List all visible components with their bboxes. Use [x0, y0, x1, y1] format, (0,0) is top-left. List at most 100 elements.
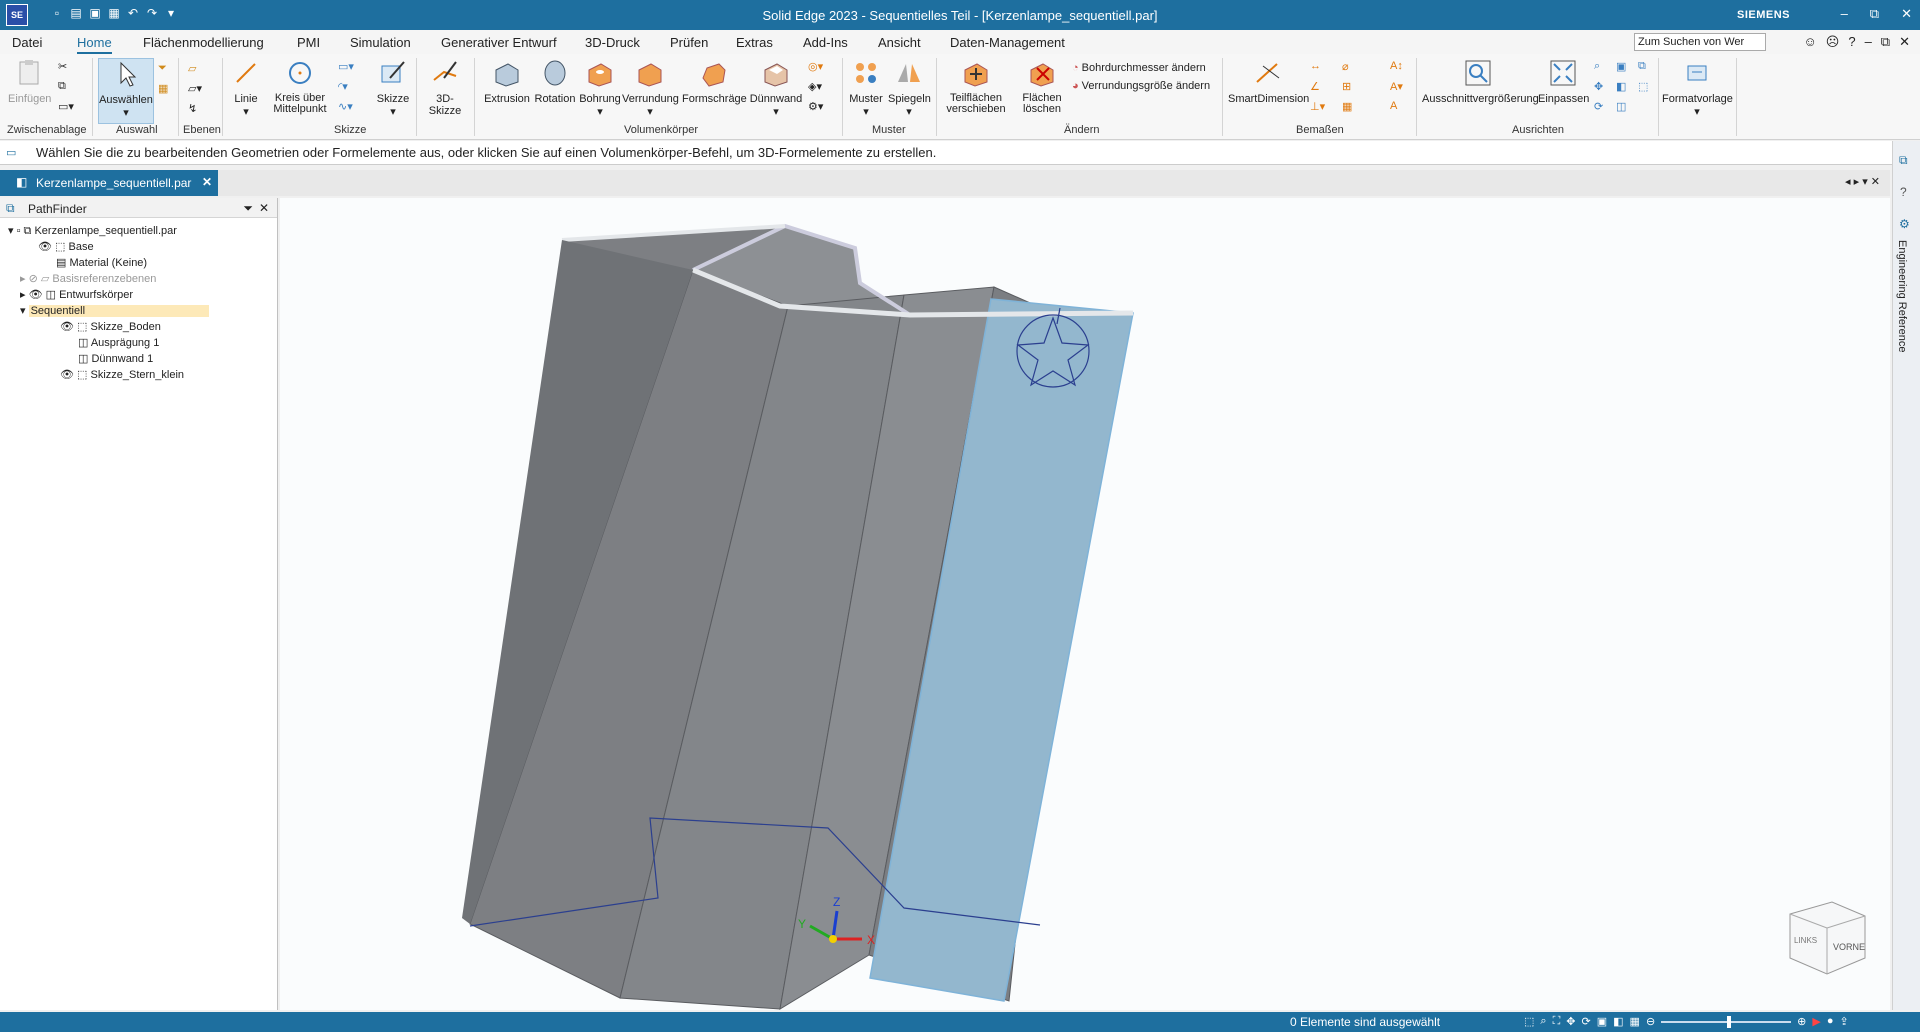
- duennwand-button[interactable]: Dünnwand ▾: [748, 58, 804, 118]
- sketch-button[interactable]: Skizze ▾: [374, 58, 412, 118]
- view-cube[interactable]: LINKS VORNE: [1789, 901, 1866, 975]
- delete-faces-button[interactable]: Flächen löschen: [1012, 58, 1072, 115]
- mirror-button[interactable]: Spiegeln ▾: [888, 58, 931, 118]
- tab-pruefen[interactable]: Prüfen: [670, 35, 708, 50]
- shell-icon[interactable]: ◈▾: [808, 80, 822, 93]
- coordinate-dimension-icon[interactable]: ⊥▾: [1310, 100, 1325, 113]
- view-orientation-icon[interactable]: ▣: [1616, 60, 1626, 73]
- tab-datei[interactable]: Datei: [12, 35, 42, 50]
- arc-icon[interactable]: ◜▾: [338, 80, 348, 93]
- command-search-input[interactable]: Zum Suchen von Wer: [1634, 33, 1766, 51]
- zoom-icon[interactable]: ⌕: [1594, 60, 1600, 73]
- 3d-viewport[interactable]: X Z Y LINKS VORNE: [280, 198, 1890, 1010]
- text-style-icon[interactable]: A▾: [1390, 80, 1403, 93]
- previous-view-icon[interactable]: ◫: [1616, 100, 1626, 113]
- pathfinder-close-icon[interactable]: ✕: [259, 201, 269, 215]
- upload-icon[interactable]: ⇪: [1840, 1015, 1849, 1028]
- tab-ansicht[interactable]: Ansicht: [878, 35, 921, 50]
- circle-center-button[interactable]: Kreis über Mittelpunkt: [268, 58, 332, 115]
- smiley-icon[interactable]: ☺: [1803, 34, 1816, 50]
- line-button[interactable]: Linie ▾: [228, 58, 264, 118]
- pattern-button[interactable]: Muster ▾: [846, 58, 886, 118]
- move-faces-button[interactable]: Teilflächen verschieben: [942, 58, 1010, 115]
- close-button[interactable]: ✕: [1901, 6, 1912, 22]
- tab-add-ins[interactable]: Add-Ins: [803, 35, 848, 50]
- tree-node-basisreferenzebenen[interactable]: ▸ ⊘ ▱ Basisreferenzebenen: [20, 272, 156, 285]
- restore-doc-icon[interactable]: ⧉: [1881, 34, 1890, 50]
- zoom-out-icon[interactable]: ⊖: [1646, 1015, 1655, 1028]
- 3d-sketch-button[interactable]: 3D-Skizze: [420, 58, 470, 117]
- tab-navigation-icon[interactable]: ◂ ▸ ▾ ✕: [1845, 175, 1880, 188]
- viewcube-front-label[interactable]: VORNE: [1833, 942, 1865, 952]
- plane-offset-icon[interactable]: ▱▾: [188, 82, 202, 95]
- viewcube-left-label[interactable]: LINKS: [1794, 936, 1817, 945]
- close-tab-icon[interactable]: ✕: [202, 175, 212, 189]
- tab-daten-management[interactable]: Daten-Management: [950, 35, 1065, 50]
- thread-icon[interactable]: ⚙▾: [808, 100, 823, 113]
- help-icon[interactable]: ?: [1848, 34, 1855, 50]
- tree-node-skizze-stern[interactable]: 👁 ⬚ Skizze_Stern_klein: [60, 368, 184, 381]
- formatvorlage-button[interactable]: Formatvorlage ▾: [1662, 58, 1733, 118]
- plane-axis-icon[interactable]: ↯: [188, 102, 197, 115]
- zoom-in-icon[interactable]: ⊕: [1797, 1015, 1806, 1028]
- tree-node-base[interactable]: 👁 ⬚ Base: [38, 240, 94, 253]
- bohrung-button[interactable]: Bohrung ▾: [578, 58, 622, 118]
- zoom-area-status-icon[interactable]: ⬚: [1524, 1015, 1534, 1028]
- boolean-icon[interactable]: ◎▾: [808, 60, 823, 73]
- tab-home[interactable]: Home: [77, 35, 112, 54]
- tab-flaechenmodellierung[interactable]: Flächenmodellierung: [143, 35, 264, 50]
- pathfinder-options-icon[interactable]: ⏷: [243, 201, 253, 216]
- copy-icon[interactable]: ⧉: [58, 80, 66, 93]
- model-view[interactable]: X Z Y LINKS VORNE: [280, 198, 1890, 1010]
- paste-button[interactable]: Einfügen: [8, 58, 51, 105]
- named-view-icon[interactable]: ⧉: [1638, 60, 1646, 73]
- extrusion-button[interactable]: Extrusion: [482, 58, 532, 105]
- engineering-reference-icon[interactable]: ⚙: [1899, 217, 1910, 231]
- smartdimension-button[interactable]: SmartDimension: [1228, 58, 1309, 105]
- document-tab[interactable]: ◧ Kerzenlampe_sequentiell.par ✕: [0, 170, 218, 196]
- restore-button[interactable]: ⧉: [1870, 6, 1879, 22]
- pan-status-icon[interactable]: ✥: [1566, 1015, 1575, 1028]
- library-icon[interactable]: ⧉: [1899, 153, 1908, 168]
- fit-status-icon[interactable]: ⛶: [1553, 1015, 1561, 1028]
- curve-icon[interactable]: ∿▾: [338, 100, 353, 113]
- change-hole-diameter-button[interactable]: ◔ Bohrdurchmesser ändern: [1072, 62, 1206, 74]
- rotate-status-icon[interactable]: ⟳: [1582, 1015, 1591, 1028]
- distance-dimension-icon[interactable]: ↔: [1310, 60, 1321, 72]
- tree-node-sequentiell[interactable]: ▾ Sequentiell: [20, 304, 209, 317]
- record-icon[interactable]: ●: [1827, 1015, 1834, 1028]
- close-doc-icon[interactable]: ✕: [1899, 34, 1910, 50]
- minimize-doc-icon[interactable]: –: [1865, 34, 1872, 50]
- tab-generativer-entwurf[interactable]: Generativer Entwurf: [441, 35, 557, 50]
- tab-simulation[interactable]: Simulation: [350, 35, 411, 50]
- view-status-icon[interactable]: ▣: [1597, 1015, 1607, 1028]
- verrundung-button[interactable]: Verrundung ▾: [622, 58, 679, 118]
- cut-icon[interactable]: ✂: [58, 60, 67, 73]
- rectangle-icon[interactable]: ▭▾: [338, 60, 354, 73]
- rotation-button[interactable]: Rotation: [532, 58, 578, 105]
- selection-manager-icon[interactable]: ▦: [158, 82, 168, 95]
- dimension-table-icon[interactable]: ▦: [1342, 100, 1352, 113]
- zoom-status-icon[interactable]: ⌕: [1540, 1015, 1546, 1028]
- tree-node-duennwand[interactable]: ◫ Dünnwand 1: [78, 352, 153, 365]
- tree-node-auspraegung[interactable]: ◫ Ausprägung 1: [78, 336, 159, 349]
- tree-node-material[interactable]: ▤ Material (Keine): [56, 256, 147, 269]
- tab-extras[interactable]: Extras: [736, 35, 773, 50]
- relation-icon[interactable]: ⊞: [1342, 80, 1351, 93]
- select-button[interactable]: Auswählen ▾: [98, 58, 154, 124]
- annotation-icon[interactable]: A: [1390, 100, 1397, 112]
- pan-icon[interactable]: ✥: [1594, 80, 1603, 93]
- engineering-reference-tab[interactable]: Engineering Reference: [1896, 240, 1908, 353]
- tree-node-entwurfskoerper[interactable]: ▸ 👁 ◫ Entwurfskörper: [20, 288, 133, 301]
- shaded-view-icon[interactable]: ◧: [1616, 80, 1626, 93]
- display-status-icon[interactable]: ▦: [1630, 1015, 1640, 1028]
- sketch-view-icon[interactable]: ⬚: [1638, 80, 1648, 93]
- help-panel-icon[interactable]: ?: [1900, 185, 1907, 199]
- fit-button[interactable]: Einpassen: [1538, 58, 1589, 105]
- rotate-view-icon[interactable]: ⟳: [1594, 100, 1603, 113]
- minimize-button[interactable]: –: [1841, 6, 1848, 22]
- tab-3d-druck[interactable]: 3D-Druck: [585, 35, 640, 50]
- shading-status-icon[interactable]: ◧: [1613, 1015, 1623, 1028]
- copy-format-icon[interactable]: ▭▾: [58, 100, 74, 113]
- tree-node-root[interactable]: ▾ ▫ ⧉ Kerzenlampe_sequentiell.par: [8, 224, 177, 238]
